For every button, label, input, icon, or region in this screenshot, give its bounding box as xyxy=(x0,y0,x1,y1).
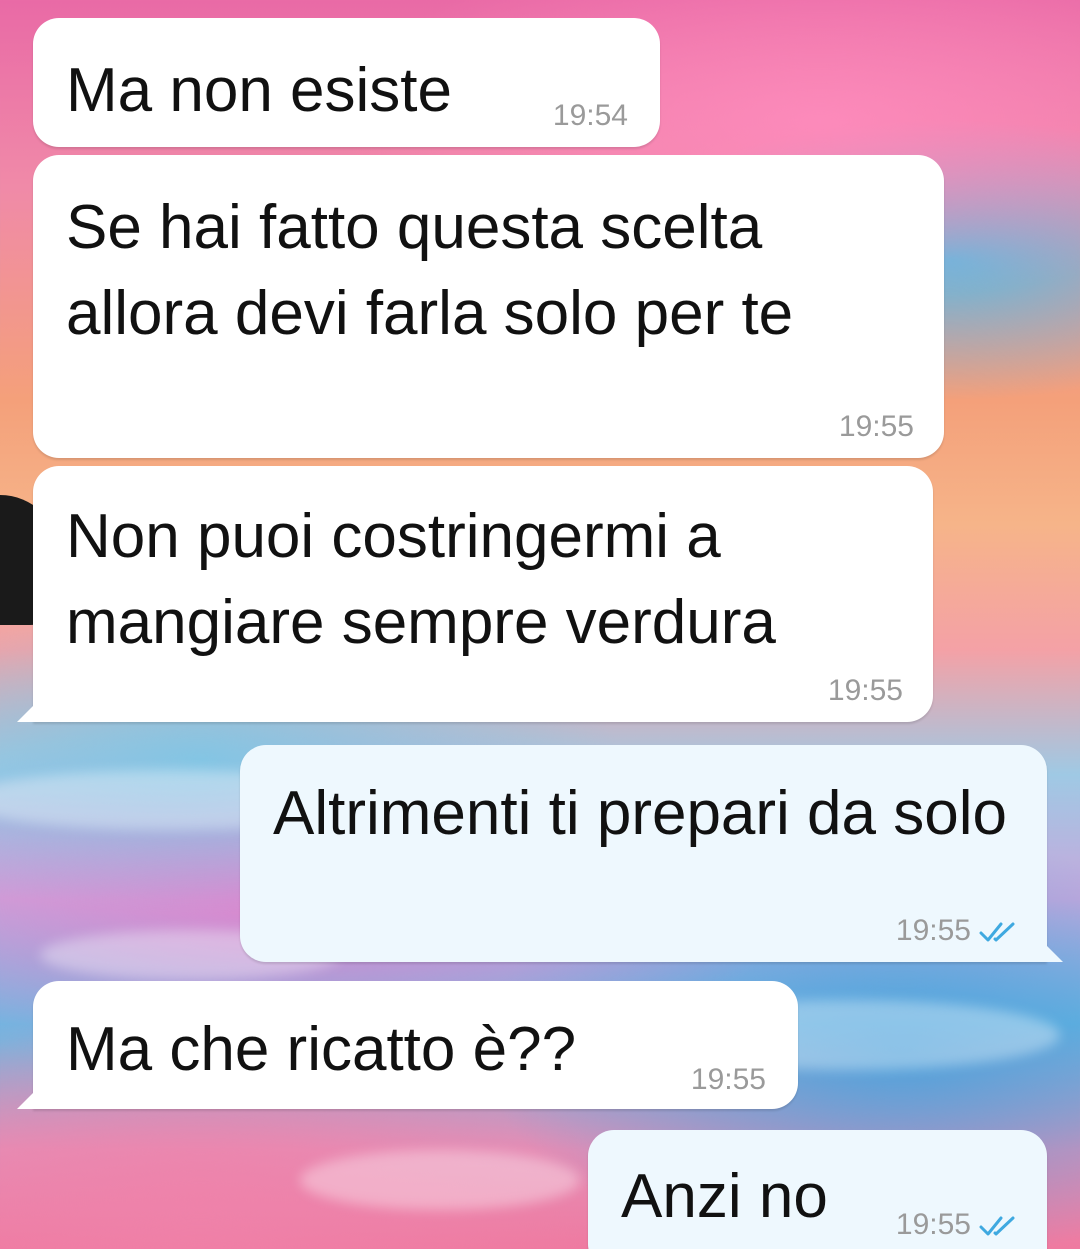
message-timestamp: 19:55 xyxy=(827,674,903,707)
wallpaper-wave xyxy=(300,1150,580,1210)
message-text: Ma non esiste xyxy=(66,56,452,125)
message-bubble-incoming[interactable]: Ma non esiste 19:54 xyxy=(33,18,660,147)
message-bubble-incoming[interactable]: Non puoi costringermi a mangiare sempre … xyxy=(17,466,933,722)
message-text: Altrimenti ti prepari da solo xyxy=(273,779,1007,848)
bubble-tail xyxy=(17,1087,39,1109)
message-text: Non puoi costringermi a mangiare sempre … xyxy=(66,502,776,657)
message-timestamp: 19:55 xyxy=(690,1063,766,1096)
bubble-tail xyxy=(17,700,39,722)
message-text: Ma che ricatto è?? xyxy=(66,1015,577,1084)
double-check-icon xyxy=(979,922,1015,942)
bubble-tail xyxy=(1041,940,1063,962)
message-bubble-incoming[interactable]: Ma che ricatto è?? 19:55 xyxy=(17,981,798,1109)
message-timestamp: 19:55 xyxy=(838,410,914,443)
message-text: Se hai fatto questa scelta allora devi f… xyxy=(66,193,794,348)
message-timestamp: 19:54 xyxy=(552,99,628,132)
message-timestamp: 19:55 xyxy=(895,1208,971,1241)
double-check-icon xyxy=(979,1216,1015,1236)
message-bubble-outgoing[interactable]: Anzi no 19:55 xyxy=(588,1130,1047,1249)
message-bubble-outgoing[interactable]: Altrimenti ti prepari da solo 19:55 xyxy=(240,745,1063,962)
message-bubble-incoming[interactable]: Se hai fatto questa scelta allora devi f… xyxy=(33,155,944,458)
message-timestamp: 19:55 xyxy=(895,914,971,947)
